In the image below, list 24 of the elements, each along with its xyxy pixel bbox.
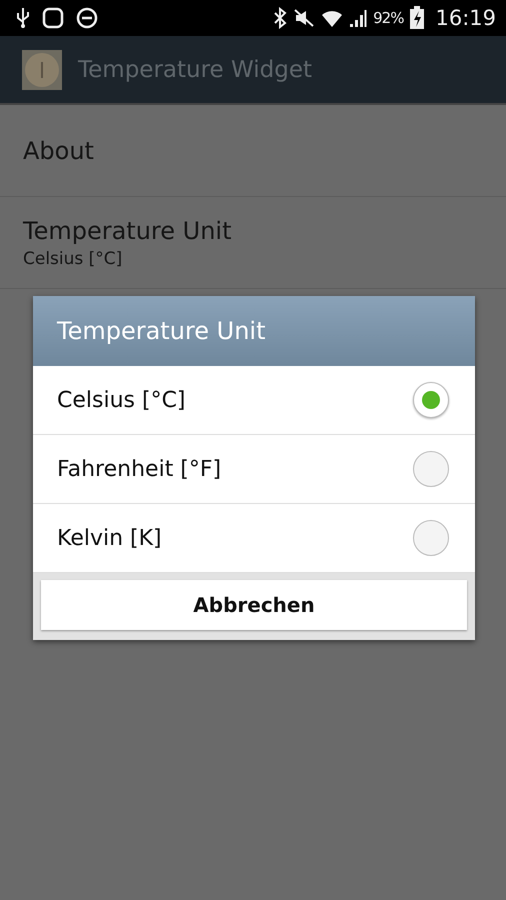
radio-button[interactable]	[413, 520, 449, 556]
option-label: Fahrenheit [°F]	[57, 456, 222, 482]
muted-speaker-icon	[293, 7, 316, 29]
rounded-square-icon	[42, 7, 64, 29]
minus-circle-icon	[76, 7, 98, 29]
app-title: Temperature Widget	[78, 56, 312, 82]
battery-percent: 92%	[373, 9, 404, 27]
option-label: Celsius [°C]	[57, 388, 186, 412]
dialog-title: Temperature Unit	[33, 296, 475, 366]
signal-icon	[349, 7, 368, 29]
bluetooth-icon	[273, 7, 288, 29]
radio-option[interactable]: Fahrenheit [°F]	[33, 435, 475, 504]
item-title: Temperature Unit	[23, 216, 233, 244]
item-summary: Celsius [°C]	[23, 248, 124, 268]
cancel-button[interactable]: Abbrechen	[41, 580, 467, 630]
item-title: About	[23, 136, 95, 164]
usb-icon	[16, 7, 30, 29]
option-label: Kelvin [K]	[57, 526, 162, 550]
radio-option[interactable]: Celsius [°C]	[33, 366, 475, 435]
app-logo-icon	[22, 50, 62, 90]
radio-button[interactable]	[413, 382, 449, 418]
clock-time: 16:19	[435, 6, 496, 30]
radio-button[interactable]	[413, 451, 449, 487]
charging-battery-icon	[409, 6, 426, 30]
